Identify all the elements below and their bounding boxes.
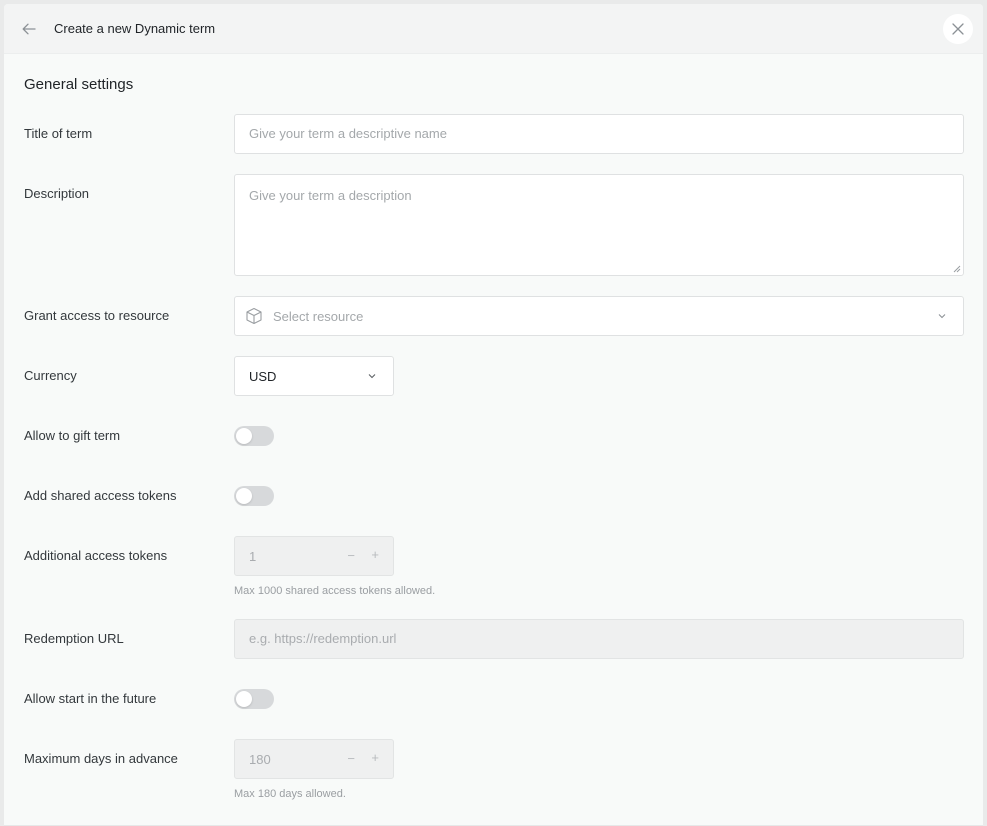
close-icon: [952, 23, 964, 35]
currency-label: Currency: [24, 368, 77, 383]
resize-handle-icon[interactable]: [953, 265, 961, 273]
currency-select[interactable]: USD: [234, 356, 394, 396]
form-content: General settings: [4, 76, 983, 94]
back-button[interactable]: [14, 14, 44, 44]
title-label: Title of term: [24, 126, 93, 141]
toggle-knob: [236, 691, 252, 707]
shared-tokens-toggle[interactable]: [234, 486, 274, 506]
redemption-url-input[interactable]: e.g. https://redemption.url: [234, 619, 964, 659]
additional-tokens-stepper[interactable]: 1 − +: [234, 536, 394, 576]
resource-select[interactable]: Select resource: [234, 296, 964, 336]
redemption-url-label: Redemption URL: [24, 631, 124, 646]
future-start-toggle[interactable]: [234, 689, 274, 709]
gift-label: Allow to gift term: [24, 428, 121, 443]
resource-label: Grant access to resource: [24, 308, 170, 323]
arrow-left-icon: [22, 23, 36, 34]
resource-placeholder: Select resource: [273, 308, 364, 324]
cube-icon: [246, 307, 262, 325]
chevron-down-icon: [368, 374, 376, 379]
shared-tokens-label: Add shared access tokens: [24, 488, 177, 503]
description-label: Description: [24, 186, 90, 201]
max-days-stepper[interactable]: 180 − +: [234, 739, 394, 779]
increment-button[interactable]: +: [371, 750, 379, 765]
max-days-label: Maximum days in advance: [24, 751, 178, 766]
gift-toggle[interactable]: [234, 426, 274, 446]
currency-value: USD: [249, 368, 277, 384]
title-input[interactable]: Give your term a descriptive name: [234, 114, 964, 154]
toggle-knob: [236, 488, 252, 504]
close-button[interactable]: [943, 14, 973, 44]
chevron-down-icon: [938, 314, 946, 319]
future-start-label: Allow start in the future: [24, 691, 157, 706]
additional-tokens-value: 1: [249, 548, 257, 564]
max-days-value: 180: [249, 751, 271, 767]
description-placeholder: Give your term a description: [249, 188, 412, 203]
additional-tokens-label: Additional access tokens: [24, 548, 168, 563]
decrement-button[interactable]: −: [347, 548, 355, 563]
section-title: General settings: [24, 76, 134, 93]
modal-title: Create a new Dynamic term: [54, 21, 216, 36]
max-days-hint: Max 180 days allowed.: [234, 788, 346, 800]
toggle-knob: [236, 428, 252, 444]
increment-button[interactable]: +: [371, 547, 379, 562]
decrement-button[interactable]: −: [347, 751, 355, 766]
create-term-modal: Create a new Dynamic term General settin…: [4, 4, 983, 826]
description-textarea[interactable]: Give your term a description: [234, 174, 964, 276]
modal-header: Create a new Dynamic term: [4, 4, 983, 54]
additional-tokens-hint: Max 1000 shared access tokens allowed.: [234, 585, 436, 597]
